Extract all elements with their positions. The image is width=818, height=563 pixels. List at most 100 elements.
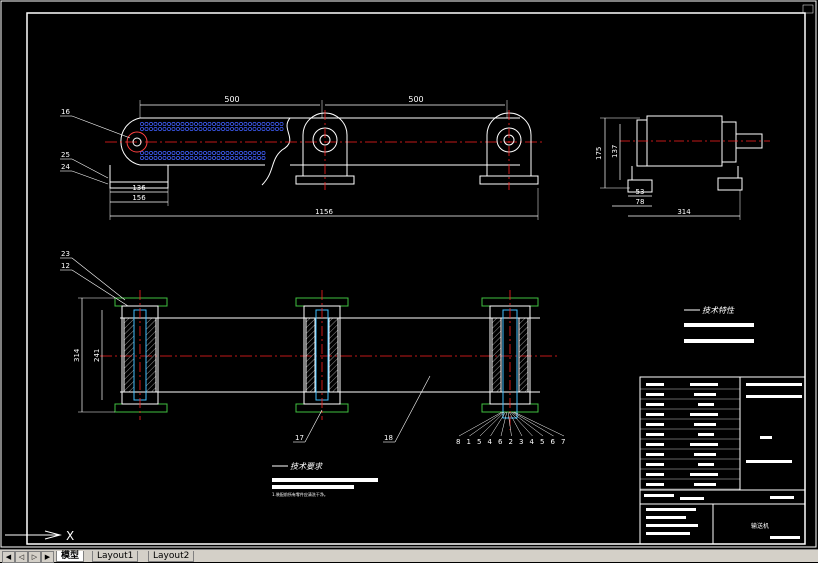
tab-layout1[interactable]: Layout1 <box>92 551 139 562</box>
right-roller-hatch <box>491 317 502 393</box>
chain-link <box>144 151 149 155</box>
chain-link <box>207 156 212 160</box>
bottom-leader-line <box>511 411 544 437</box>
chain-link <box>243 127 248 131</box>
chain-link <box>212 122 216 126</box>
chain-link <box>176 151 180 155</box>
bottom-leader-label: 4 <box>530 438 535 446</box>
tb-cell <box>694 393 716 396</box>
chain-link <box>171 122 176 126</box>
chain-link <box>185 151 189 155</box>
chain-link <box>234 156 239 160</box>
chain-link <box>180 156 185 160</box>
chain-link <box>203 127 207 131</box>
chain-link <box>180 151 185 155</box>
bottom-leader-line <box>479 411 505 437</box>
chain-link <box>266 127 270 131</box>
chain-link <box>257 156 261 160</box>
chain-link <box>158 127 162 131</box>
chain-link <box>194 122 198 126</box>
left-support <box>109 165 169 182</box>
chain-link <box>144 122 149 126</box>
tb-cell <box>698 403 714 406</box>
dim-text-500-right: 500 <box>408 95 423 104</box>
tb-cell <box>646 383 664 386</box>
tab-nav-first-icon[interactable]: ◀ <box>2 551 15 563</box>
chain-link <box>207 127 212 131</box>
chain-link <box>185 122 189 126</box>
chain-link <box>171 151 176 155</box>
layout-tab-bar: ◀ ◁ ▷ ▶ 模型 Layout1 Layout2 <box>0 549 818 563</box>
chain-link <box>140 151 144 155</box>
chain-link <box>212 127 216 131</box>
chain-link <box>189 127 194 131</box>
left-top-bracket <box>114 297 168 307</box>
chain-link <box>153 151 158 155</box>
tb-cell <box>770 496 794 499</box>
leader-label-12: 12 <box>61 262 70 270</box>
tab-layout2[interactable]: Layout2 <box>148 551 195 562</box>
bottom-leader-label: 5 <box>540 438 544 446</box>
chain-link <box>279 122 284 126</box>
chain-link <box>194 127 198 131</box>
chain-link <box>167 122 171 126</box>
chain-link <box>252 122 257 126</box>
chain-link <box>248 151 252 155</box>
chain-link <box>176 127 180 131</box>
chain-link <box>144 156 149 160</box>
tb-cell <box>746 460 792 463</box>
req-line-1 <box>272 478 378 482</box>
chain-link <box>239 151 243 155</box>
leader-label-25: 25 <box>61 151 70 159</box>
chain-link <box>270 122 275 126</box>
chain-link <box>234 122 239 126</box>
tb-cell <box>770 536 800 539</box>
chain-link <box>180 127 185 131</box>
chain-link <box>225 127 230 131</box>
chain-link <box>275 127 279 131</box>
chain-link <box>198 127 203 131</box>
tb-cell <box>698 463 714 466</box>
mid-roller-hatch <box>305 317 316 393</box>
leader-12 <box>71 269 129 307</box>
chain-link <box>261 127 266 131</box>
chain-link <box>261 122 266 126</box>
tab-model[interactable]: 模型 <box>56 551 85 562</box>
chain-link <box>162 122 167 126</box>
tech-req-title: 技术要求 <box>290 462 323 471</box>
chain-link <box>230 151 234 155</box>
chain-link <box>198 156 203 160</box>
chain-link <box>257 122 261 126</box>
ucs-x-label: X <box>66 529 74 543</box>
chain-link <box>216 156 221 160</box>
chain-link <box>239 122 243 126</box>
chain-link <box>158 156 162 160</box>
chain-link <box>203 156 207 160</box>
tb-cell <box>646 403 664 406</box>
tab-nav-prev-icon[interactable]: ◁ <box>15 551 28 563</box>
chain-link <box>167 156 171 160</box>
tab-nav-last-icon[interactable]: ▶ <box>41 551 54 563</box>
tab-nav-next-icon[interactable]: ▷ <box>28 551 41 563</box>
technical-requirements: 技术要求 1.装配前所有零件应清洗干净。 <box>272 462 378 497</box>
chain-link <box>234 151 239 155</box>
chain-link <box>158 122 162 126</box>
bottom-leader-line <box>512 411 554 437</box>
top-view: 314 241 23 12 17 18 81546234567 <box>60 250 565 446</box>
tb-cell <box>680 497 704 500</box>
chain-link <box>279 127 284 131</box>
tb-cell <box>690 473 718 476</box>
chain-link <box>189 156 194 160</box>
tb-cell <box>646 433 664 436</box>
chain-link <box>243 122 248 126</box>
cad-drawing-canvas[interactable]: 500 500 136 156 1156 16 25 24 175 137 53… <box>0 0 818 549</box>
dim-text-500-left: 500 <box>224 95 239 104</box>
chain-link <box>140 122 144 126</box>
bottom-leader-label: 6 <box>498 438 503 446</box>
side-foot-right <box>717 177 743 191</box>
bottom-leader-label: 1 <box>467 438 471 446</box>
chain-link <box>149 127 153 131</box>
chain-link <box>203 122 207 126</box>
chain-link <box>275 122 279 126</box>
chain-link <box>230 156 234 160</box>
